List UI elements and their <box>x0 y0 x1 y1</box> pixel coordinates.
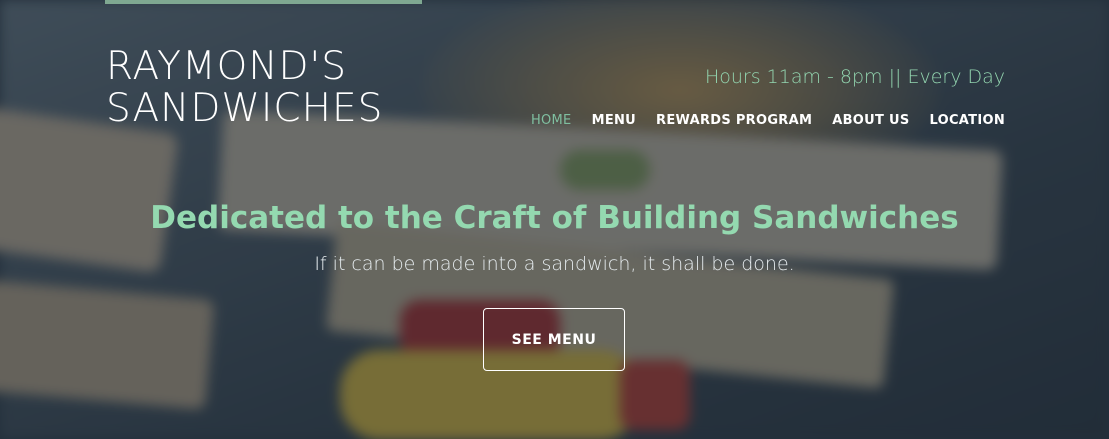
nav-item-location[interactable]: LOCATION <box>930 113 1006 128</box>
hero-headline: Dedicated to the Craft of Building Sandw… <box>150 200 959 236</box>
hero-subline: If it can be made into a sandwich, it sh… <box>314 253 795 275</box>
logo-line-2: SANDWICHES <box>106 86 384 131</box>
hero-section: RAYMOND'S SANDWICHES Hours 11am - 8pm ||… <box>0 0 1109 439</box>
nav-item-rewards-program[interactable]: REWARDS PROGRAM <box>656 113 812 128</box>
opening-hours: Hours 11am - 8pm || Every Day <box>704 66 1005 88</box>
see-menu-button[interactable]: SEE MENU <box>483 308 625 371</box>
nav-item-about-us[interactable]: ABOUT US <box>832 113 909 128</box>
site-logo[interactable]: RAYMOND'S SANDWICHES <box>106 46 383 130</box>
logo-line-1: RAYMOND'S <box>106 44 348 89</box>
nav-item-menu[interactable]: MENU <box>592 113 636 128</box>
main-nav: HOME MENU REWARDS PROGRAM ABOUT US LOCAT… <box>531 113 1005 128</box>
top-accent-bar <box>105 0 422 4</box>
nav-item-home[interactable]: HOME <box>531 113 572 128</box>
